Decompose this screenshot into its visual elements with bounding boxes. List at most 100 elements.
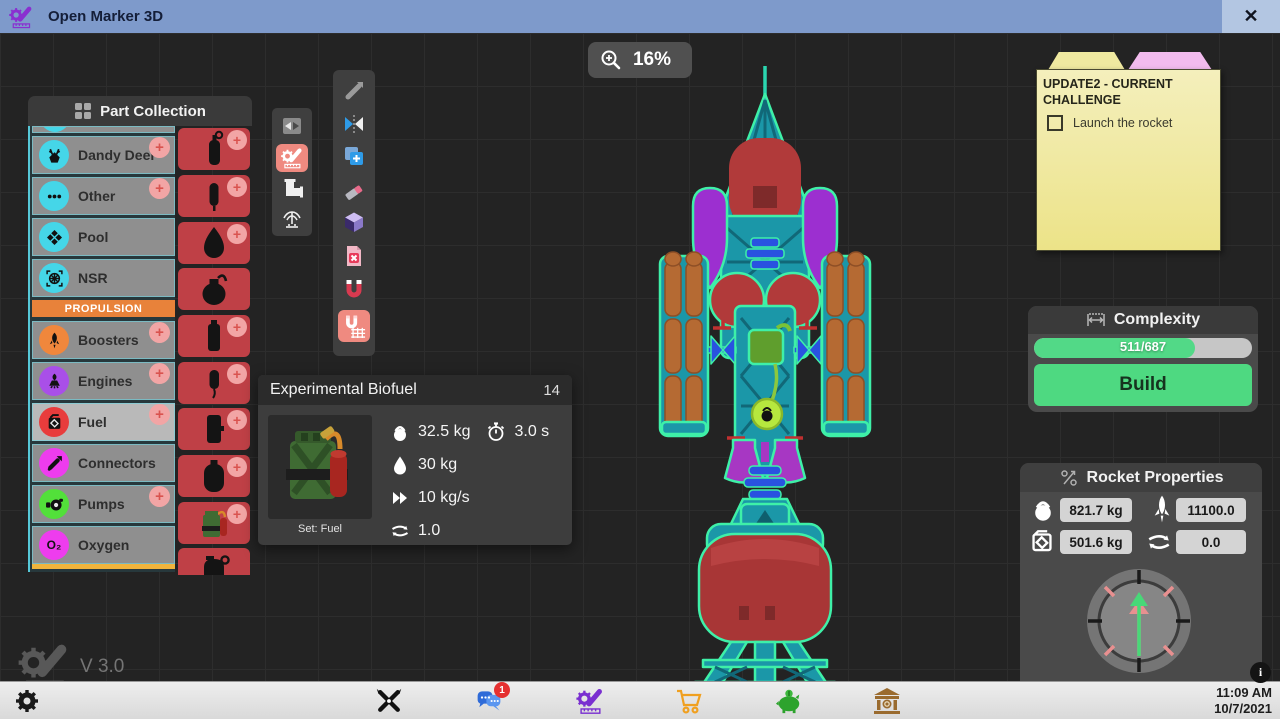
category-nsr[interactable]: NSR bbox=[32, 259, 175, 297]
link-tool-button[interactable] bbox=[338, 76, 370, 104]
category-engines[interactable]: Engines + bbox=[32, 362, 175, 400]
add-part-button[interactable]: + bbox=[227, 177, 247, 197]
part-card-kettle-tank[interactable] bbox=[178, 548, 250, 575]
category-label: Fuel bbox=[78, 414, 107, 430]
category-boosters[interactable]: Boosters + bbox=[32, 321, 175, 359]
complexity-panel: Complexity 511/687 Build bbox=[1028, 306, 1258, 412]
duplicate-tool-button[interactable] bbox=[338, 142, 370, 170]
total-mass-field: 821.7 kg bbox=[1060, 498, 1132, 522]
settings-button[interactable] bbox=[10, 686, 44, 716]
version-label: V 3.0 bbox=[80, 656, 124, 678]
main-fuel-tank bbox=[699, 534, 831, 656]
add-part-button[interactable]: + bbox=[227, 224, 247, 244]
category-add-button[interactable]: + bbox=[149, 137, 170, 158]
note-tab-yellow[interactable] bbox=[1048, 52, 1125, 70]
category-add-button[interactable]: + bbox=[149, 363, 170, 384]
bank-button[interactable] bbox=[870, 686, 904, 716]
part-card-box-tank[interactable]: + bbox=[178, 408, 250, 450]
part-card-extinguisher-tank[interactable]: + bbox=[178, 128, 250, 170]
snap-grid-tool-button[interactable] bbox=[338, 310, 370, 342]
rocket-properties-title: Rocket Properties bbox=[1087, 469, 1224, 487]
note-tab-pink[interactable] bbox=[1128, 52, 1212, 70]
magnifier-plus-icon bbox=[600, 49, 622, 71]
category-add-button[interactable]: + bbox=[149, 178, 170, 199]
build-button[interactable]: Build bbox=[1034, 364, 1252, 406]
total-mass-icon bbox=[1030, 496, 1056, 522]
part-card-experimental-biofuel[interactable]: + bbox=[178, 502, 250, 544]
category-pool[interactable]: Pool bbox=[32, 218, 175, 256]
chat-button[interactable]: 1 bbox=[472, 686, 506, 716]
complexity-title: Complexity bbox=[1114, 311, 1200, 329]
part-card-drip-tank[interactable]: + bbox=[178, 362, 250, 404]
category-list: Dandy Deer + Other + Pool NSR PROPULSION bbox=[28, 126, 175, 572]
category-add-button[interactable]: + bbox=[149, 322, 170, 343]
thrust-rocket-icon bbox=[1150, 494, 1174, 524]
task-label: Launch the rocket bbox=[1073, 116, 1172, 130]
sprinkler-tool-button[interactable] bbox=[276, 206, 308, 234]
thrust-field: 11100.0 bbox=[1176, 498, 1246, 522]
mirror-tool-button[interactable] bbox=[338, 110, 370, 138]
flow-icon bbox=[1146, 529, 1172, 555]
date-label: 10/7/2021 bbox=[1214, 701, 1272, 717]
fuel-parts-column: + + + + + + + + bbox=[178, 126, 252, 575]
category-fuel[interactable]: Fuel + bbox=[32, 403, 175, 441]
part-collection-header[interactable]: Part Collection bbox=[28, 96, 252, 126]
category-connectors[interactable]: Connectors bbox=[32, 444, 175, 482]
pipe-tool-button[interactable] bbox=[276, 176, 308, 204]
part-card-big-jug[interactable]: + bbox=[178, 455, 250, 497]
stat-mass: 32.5 kg bbox=[418, 423, 470, 441]
part-collection-title: Part Collection bbox=[100, 103, 206, 120]
crossed-rockets-button[interactable] bbox=[372, 686, 406, 716]
delete-file-button[interactable] bbox=[338, 242, 370, 270]
add-part-button[interactable]: + bbox=[227, 317, 247, 337]
shop-button[interactable] bbox=[672, 686, 706, 716]
zoom-indicator[interactable]: 16% bbox=[588, 42, 692, 78]
category-label: Pool bbox=[78, 229, 108, 245]
fuel-drop-icon bbox=[390, 455, 410, 475]
category-other[interactable]: Other + bbox=[32, 177, 175, 215]
category-dandy-deer[interactable]: Dandy Deer + bbox=[32, 136, 175, 174]
category-scrollbar[interactable] bbox=[32, 564, 175, 569]
swap-view-button[interactable] bbox=[276, 112, 308, 140]
add-part-button[interactable]: + bbox=[227, 130, 247, 150]
note-title: UPDATE2 - CURRENT CHALLENGE bbox=[1043, 76, 1214, 109]
add-part-button[interactable]: + bbox=[227, 457, 247, 477]
mass-flow-icon bbox=[1059, 468, 1079, 488]
add-part-button[interactable]: + bbox=[227, 504, 247, 524]
category-label: Connectors bbox=[78, 455, 156, 471]
open-marker-3d-window: V 3.0 Open Marker 3D ✕ 16% Part Collecti… bbox=[0, 0, 1280, 719]
category-label: Other bbox=[78, 188, 115, 204]
ruler-width-icon bbox=[1086, 312, 1106, 328]
add-part-button[interactable]: + bbox=[227, 364, 247, 384]
cube-tool-button[interactable] bbox=[338, 208, 370, 236]
close-button[interactable]: ✕ bbox=[1222, 0, 1280, 33]
category-add-button[interactable]: + bbox=[149, 486, 170, 507]
category-partial[interactable] bbox=[32, 126, 175, 133]
info-button[interactable]: i bbox=[1250, 662, 1271, 683]
part-preview-image bbox=[268, 415, 372, 519]
task-checkbox[interactable] bbox=[1047, 115, 1063, 131]
category-label: NSR bbox=[78, 270, 108, 286]
engine-icon bbox=[39, 366, 69, 396]
part-card-teardrop-tank[interactable]: + bbox=[178, 222, 250, 264]
booster-left bbox=[660, 252, 708, 436]
category-label: Engines bbox=[78, 373, 132, 389]
add-part-button[interactable]: + bbox=[227, 410, 247, 430]
rocket-model[interactable] bbox=[615, 66, 915, 714]
piggy-bank-button[interactable] bbox=[772, 686, 806, 716]
part-card-tall-bottle[interactable]: + bbox=[178, 315, 250, 357]
tooltip-count: 14 bbox=[543, 382, 560, 399]
fuel-can-icon bbox=[39, 407, 69, 437]
part-card-jug-tank[interactable] bbox=[178, 268, 250, 310]
category-pumps[interactable]: Pumps + bbox=[32, 485, 175, 523]
marker-tool-button[interactable] bbox=[276, 144, 308, 172]
magnet-tool-button[interactable] bbox=[338, 276, 370, 304]
part-card-small-capsule[interactable]: + bbox=[178, 175, 250, 217]
stat-fuel-capacity: 30 kg bbox=[418, 456, 457, 474]
category-oxygen[interactable]: O₂ Oxygen bbox=[32, 526, 175, 564]
stat-flow-rate: 10 kg/s bbox=[418, 489, 470, 507]
category-add-button[interactable]: + bbox=[149, 404, 170, 425]
zoom-level: 16% bbox=[622, 49, 692, 71]
eraser-tool-button[interactable] bbox=[338, 176, 370, 204]
marker-app-button[interactable] bbox=[573, 686, 607, 716]
